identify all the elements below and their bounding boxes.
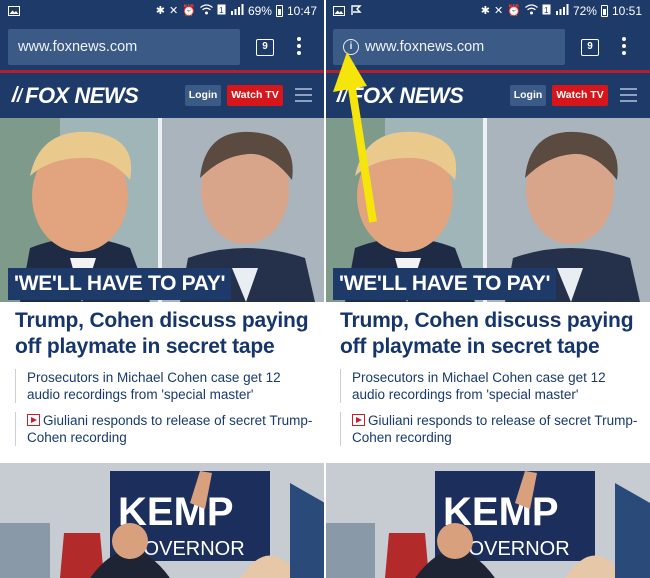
watch-tv-button[interactable]: Watch TV [552, 85, 608, 106]
second-story-image[interactable]: KEMP GOVERNOR [0, 463, 325, 578]
system-tray: ✱ ✕ ⏰ 1 72% 10:51 [481, 4, 642, 18]
hamburger-menu-icon[interactable] [620, 88, 637, 102]
signal-icon [555, 4, 569, 18]
headline-banner: 'WE'LL HAVE TO PAY' [8, 268, 232, 300]
related-link-1[interactable]: Prosecutors in Michael Cohen case get 12… [340, 369, 640, 403]
site-header: FOX NEWS Login Watch TV [0, 73, 325, 118]
status-bar: ✱ ✕ ⏰ 1 72% 10:51 [325, 0, 650, 24]
clock: 10:51 [611, 4, 642, 18]
hero-image[interactable]: 'WE'LL HAVE TO PAY' [0, 118, 325, 302]
related-link-text: Prosecutors in Michael Cohen case get 12… [352, 370, 606, 402]
notification-area [333, 5, 362, 19]
related-link-2[interactable]: Giuliani responds to release of secret T… [15, 412, 315, 446]
second-story-photo: KEMP GOVERNOR [325, 463, 650, 578]
story-headline[interactable]: Trump, Cohen discuss paying off playmate… [340, 308, 640, 360]
signal-icon [230, 4, 244, 18]
bluetooth-icon: ✱ [480, 5, 491, 17]
flag-icon [351, 5, 362, 19]
mute-icon: ✕ [169, 5, 179, 17]
image-icon [8, 5, 20, 19]
battery-icon [600, 5, 608, 17]
annotation-arrow [333, 52, 377, 223]
video-play-icon [27, 414, 40, 426]
related-link-2[interactable]: Giuliani responds to release of secret T… [340, 412, 640, 446]
second-story-image[interactable]: KEMP GOVERNOR [325, 463, 650, 578]
battery-percent: 69% [247, 4, 272, 18]
logo-mark-icon [10, 83, 24, 109]
notification-area [8, 5, 20, 19]
left-screenshot: ✱ ✕ ⏰ 1 69% 10:47 www.foxnews.com 9 FOX [0, 0, 325, 578]
wifi-icon [200, 4, 213, 18]
image-icon [333, 5, 345, 19]
video-play-icon [352, 414, 365, 426]
related-link-text: Giuliani responds to release of secret T… [27, 413, 313, 445]
svg-text:1: 1 [544, 6, 549, 15]
tab-switcher-button[interactable]: 9 [256, 39, 274, 56]
browser-toolbar: www.foxnews.com 9 [0, 24, 325, 70]
related-link-1[interactable]: Prosecutors in Michael Cohen case get 12… [15, 369, 315, 403]
headline-banner: 'WE'LL HAVE TO PAY' [333, 268, 557, 300]
status-bar: ✱ ✕ ⏰ 1 69% 10:47 [0, 0, 325, 24]
login-button[interactable]: Login [185, 85, 221, 106]
tab-switcher-button[interactable]: 9 [581, 39, 599, 56]
login-button[interactable]: Login [510, 85, 546, 106]
alarm-icon: ⏰ [182, 5, 196, 17]
battery-percent: 72% [572, 4, 597, 18]
sim-icon: 1 [542, 4, 551, 18]
battery-icon [275, 5, 283, 17]
alarm-icon: ⏰ [507, 5, 521, 17]
mute-icon: ✕ [494, 5, 504, 17]
story-headline[interactable]: Trump, Cohen discuss paying off playmate… [15, 308, 315, 360]
system-tray: ✱ ✕ ⏰ 1 69% 10:47 [156, 4, 317, 18]
logo-text: FOX NEWS [25, 83, 139, 108]
watch-tv-button[interactable]: Watch TV [227, 85, 283, 106]
bluetooth-icon: ✱ [155, 5, 166, 17]
svg-text:1: 1 [219, 6, 224, 15]
related-link-text: Prosecutors in Michael Cohen case get 12… [27, 370, 281, 402]
url-bar[interactable]: www.foxnews.com [8, 29, 240, 65]
fox-news-logo[interactable]: FOX NEWS [10, 83, 139, 109]
overflow-menu-icon[interactable] [619, 37, 629, 57]
clock: 10:47 [286, 4, 317, 18]
overflow-menu-icon[interactable] [294, 37, 304, 57]
hamburger-menu-icon[interactable] [295, 88, 312, 102]
sim-icon: 1 [217, 4, 226, 18]
related-link-text: Giuliani responds to release of secret T… [352, 413, 638, 445]
second-story-photo: KEMP GOVERNOR [0, 463, 325, 578]
wifi-icon [525, 4, 538, 18]
